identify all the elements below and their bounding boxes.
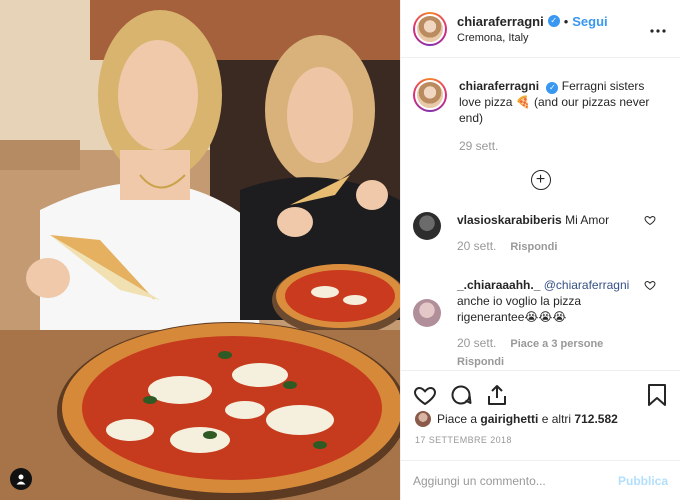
- verified-badge-icon: ✓: [546, 82, 559, 94]
- post-date[interactable]: 17 SETTEMBRE 2018: [401, 427, 680, 445]
- likes-count[interactable]: 712.582: [574, 412, 617, 426]
- heart-icon[interactable]: [413, 383, 437, 407]
- comment-time[interactable]: 20 sett.: [457, 335, 496, 351]
- comment-time[interactable]: 20 sett.: [457, 238, 496, 254]
- likes-prefix: Piace a: [437, 412, 478, 426]
- post-caption: chiaraferragni ✓ Ferragni sisters love p…: [413, 58, 668, 154]
- author-avatar[interactable]: [413, 11, 447, 46]
- comment-text: anche io voglio la pizza rigenerantee😭😭😭: [457, 294, 582, 324]
- post-photo-illustration: [0, 0, 400, 500]
- commenter-avatar[interactable]: [413, 212, 441, 240]
- comment-username[interactable]: vlasioskarabiberis: [457, 213, 562, 227]
- author-username[interactable]: chiaraferragni: [457, 14, 544, 29]
- comment-like-heart-icon[interactable]: [644, 214, 656, 226]
- comment-like-heart-icon[interactable]: [644, 279, 656, 291]
- liker-avatar: [415, 411, 431, 427]
- plus-circle-icon: +: [530, 170, 551, 190]
- comment-username[interactable]: _.chiaraaahh._: [457, 278, 540, 292]
- bookmark-icon[interactable]: [646, 383, 668, 407]
- comment-text: Mi Amor: [565, 213, 610, 227]
- comment-mention[interactable]: @chiaraferragni: [544, 278, 630, 292]
- user-tag-icon: [16, 474, 26, 485]
- commenter-avatar[interactable]: [413, 299, 441, 327]
- post-actions: Piace a gairighetti e altri 712.582 17 S…: [401, 370, 680, 500]
- post-photo[interactable]: [0, 0, 400, 500]
- comment-item: vlasioskarabiberis Mi Amor 20 sett. Risp…: [413, 212, 668, 255]
- caption-time[interactable]: 29 sett.: [459, 138, 668, 154]
- post-location[interactable]: Cremona, Italy: [457, 32, 608, 44]
- comment-icon[interactable]: [449, 383, 473, 407]
- post-side-panel: chiaraferragni ✓ • Segui Cremona, Italy …: [400, 0, 680, 500]
- post-header: chiaraferragni ✓ • Segui Cremona, Italy: [401, 0, 680, 58]
- comment-item: _.chiaraaahh._ @chiaraferragni anche io …: [413, 277, 668, 368]
- share-icon[interactable]: [485, 383, 509, 407]
- load-more-comments[interactable]: +: [413, 170, 668, 190]
- reply-button[interactable]: Rispondi: [457, 354, 644, 368]
- follow-button[interactable]: Segui: [572, 14, 607, 29]
- verified-badge-icon: ✓: [547, 15, 560, 27]
- separator-dot: •: [563, 13, 569, 29]
- caption-avatar[interactable]: [413, 78, 447, 112]
- comment-input[interactable]: [413, 473, 618, 488]
- likes-suffix: e altri: [541, 412, 572, 426]
- publish-button[interactable]: Pubblica: [618, 474, 668, 488]
- reply-button[interactable]: Rispondi: [510, 239, 557, 255]
- liker-username[interactable]: gairighetti: [480, 412, 538, 426]
- caption-username[interactable]: chiaraferragni: [459, 79, 539, 93]
- user-tag-button[interactable]: [10, 468, 32, 490]
- likes-summary[interactable]: Piace a gairighetti e altri 712.582: [401, 411, 680, 427]
- add-comment-bar: Pubblica: [401, 460, 680, 500]
- comments-list[interactable]: chiaraferragni ✓ Ferragni sisters love p…: [401, 58, 680, 368]
- comment-likes-count[interactable]: Piace a 3 persone: [510, 336, 603, 352]
- more-options-icon[interactable]: [650, 22, 666, 33]
